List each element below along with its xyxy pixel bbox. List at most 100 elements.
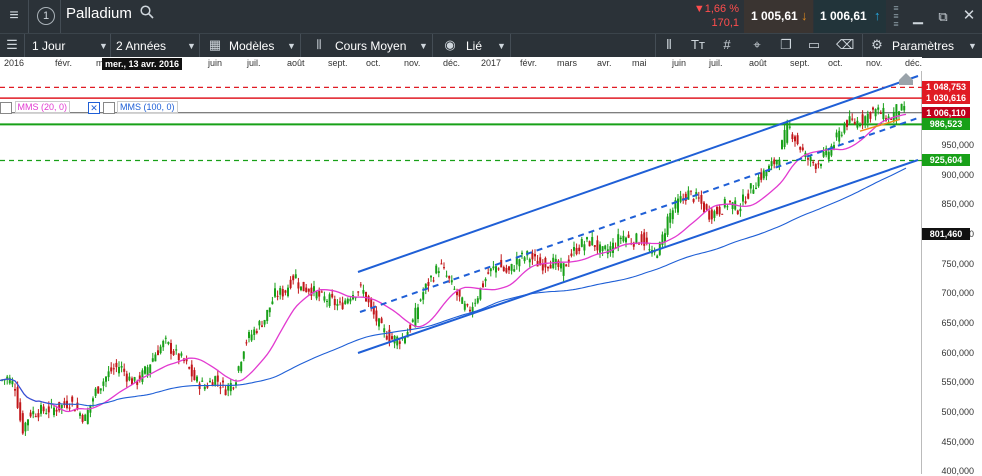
candle: [625, 237, 627, 243]
candle: [864, 116, 867, 125]
candle: [622, 235, 625, 242]
legend-ma20[interactable]: MMS (20, 0): [0, 101, 71, 114]
popout-icon[interactable]: ⧉: [934, 6, 952, 28]
list-icon[interactable]: ☰: [4, 34, 20, 56]
period-dropdown[interactable]: 1 Jour: [32, 34, 65, 58]
candle: [762, 170, 765, 179]
checkbox-icon[interactable]: ✕: [88, 101, 100, 114]
candle: [495, 266, 497, 273]
candle: [193, 370, 196, 381]
erase-icon[interactable]: ⌫: [836, 34, 854, 56]
visibility-box[interactable]: [102, 101, 115, 114]
candle: [448, 276, 451, 279]
candle: [81, 415, 84, 422]
candle: [578, 247, 581, 252]
chevron-down-icon[interactable]: ▼: [99, 34, 108, 58]
candle: [521, 252, 523, 255]
candle: [744, 201, 747, 204]
candle: [781, 140, 783, 150]
candle: [383, 328, 386, 333]
price-chart[interactable]: [0, 57, 982, 474]
chevron-down-icon[interactable]: ▼: [187, 34, 196, 58]
candle: [510, 263, 513, 271]
candle: [385, 335, 388, 340]
template-icon[interactable]: ▭: [805, 34, 823, 56]
grid-icon[interactable]: #: [718, 34, 736, 56]
chevron-down-icon[interactable]: ▼: [287, 34, 296, 58]
link-dropdown[interactable]: Lié: [466, 34, 482, 58]
candle: [115, 362, 118, 368]
candle: [159, 346, 162, 354]
candle: [900, 103, 903, 111]
candle: [814, 164, 817, 170]
candle: [305, 287, 308, 293]
candle: [40, 404, 42, 414]
search-icon[interactable]: [138, 4, 156, 26]
bid-box[interactable]: 1 005,61 ↓: [744, 0, 813, 33]
candle: [110, 367, 113, 372]
price-tick: 900,000: [941, 169, 974, 180]
candle: [466, 304, 469, 306]
candle: [820, 164, 822, 167]
text-size-icon[interactable]: Tт: [688, 34, 708, 56]
instrument-title[interactable]: Palladium: [66, 5, 132, 22]
candle: [71, 396, 74, 402]
candle: [671, 210, 674, 220]
scroll-up-icon[interactable]: [899, 73, 913, 85]
candle: [435, 265, 438, 274]
candle: [222, 380, 224, 383]
legend-ma100[interactable]: ✕ MMS (100, 0): [88, 101, 178, 114]
range-dropdown[interactable]: 2 Années: [116, 34, 166, 58]
order-book-icon[interactable]: ≡ ≡ ≡: [889, 4, 903, 29]
chart-type-dropdown[interactable]: Cours Moyen: [335, 34, 406, 58]
candle: [877, 107, 880, 110]
candle: [112, 368, 115, 370]
candle: [32, 411, 35, 415]
price-tick: 450,000: [941, 436, 974, 447]
models-icon[interactable]: ▦: [207, 34, 223, 56]
candle: [146, 367, 149, 375]
checkbox-icon[interactable]: [0, 101, 12, 114]
candle: [437, 271, 440, 274]
chevron-down-icon[interactable]: ▼: [968, 34, 977, 58]
candle: [370, 299, 373, 308]
price-tag: 801,460: [922, 228, 970, 241]
candle: [482, 283, 484, 287]
candle: [318, 290, 321, 297]
candle: [755, 187, 757, 190]
ask-box[interactable]: 1 006,61 ↑: [814, 0, 886, 33]
candle: [281, 288, 284, 297]
draw-tool-icon[interactable]: ⌖: [748, 34, 766, 56]
chart-type-icon[interactable]: ⫼: [309, 34, 329, 56]
candle: [838, 130, 841, 142]
candle: [24, 422, 27, 432]
candle: [843, 124, 846, 133]
models-dropdown[interactable]: Modèles: [229, 34, 274, 58]
minimize-icon[interactable]: ▁: [908, 6, 928, 28]
top-bar: ≡ 1 Palladium ▼1,66 % 170,1 1 005,61 ↓ 1…: [0, 0, 982, 34]
candle: [513, 269, 516, 272]
candle: [232, 387, 235, 389]
menu-icon[interactable]: ≡: [4, 5, 24, 27]
candle: [565, 264, 568, 267]
candle: [229, 382, 232, 392]
info-icon[interactable]: 1: [37, 7, 55, 25]
candle: [120, 366, 123, 368]
indicators-icon[interactable]: ⦀: [660, 34, 678, 56]
candle: [557, 260, 560, 267]
chevron-down-icon[interactable]: ▼: [419, 34, 428, 58]
chevron-down-icon[interactable]: ▼: [497, 34, 506, 58]
candle: [79, 413, 81, 416]
candle: [773, 159, 776, 165]
settings-dropdown[interactable]: Paramètres: [892, 34, 954, 58]
candle: [175, 349, 178, 351]
close-icon[interactable]: ✕: [960, 5, 978, 27]
candle: [258, 321, 261, 326]
candle: [118, 367, 120, 374]
eye-icon[interactable]: ◉: [442, 34, 458, 56]
candle: [531, 252, 534, 260]
candle: [729, 200, 731, 203]
price-tag: 1 006,110: [922, 106, 970, 119]
layers-icon[interactable]: ❐: [777, 34, 795, 56]
gear-icon[interactable]: ⚙: [868, 34, 886, 56]
